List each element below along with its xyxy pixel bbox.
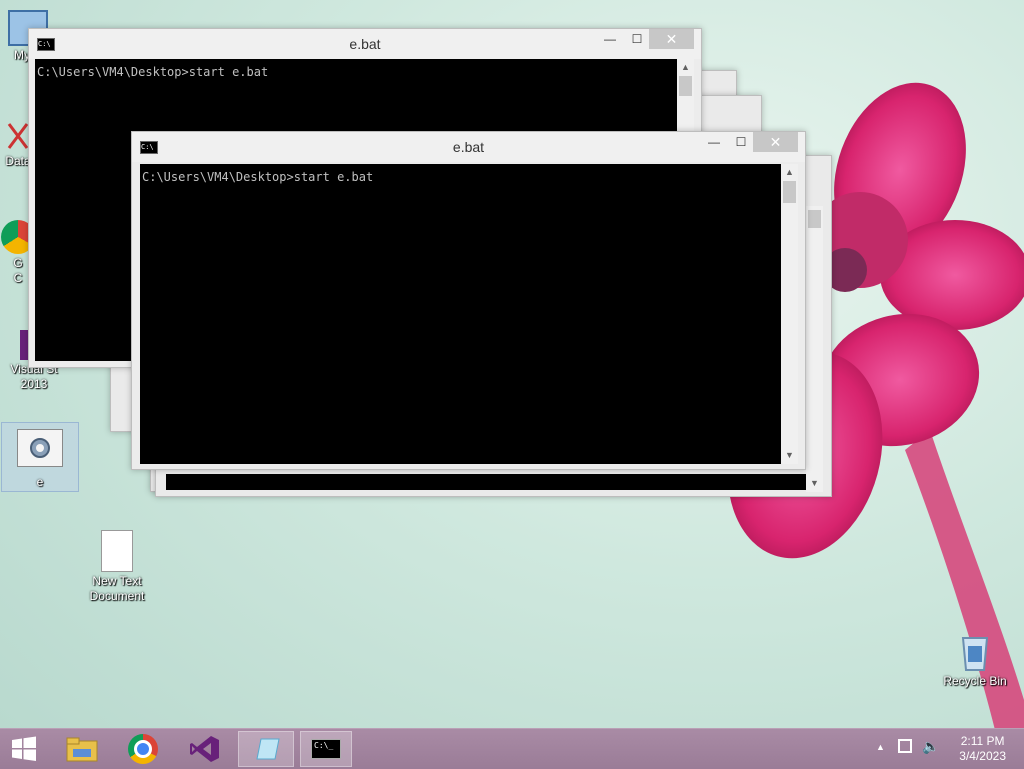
desktop-icon-label: New Text Document: [89, 574, 145, 603]
visual-studio-icon: [190, 736, 219, 762]
desktop-icon-e-bat[interactable]: e: [1, 422, 79, 492]
taskbar-chrome[interactable]: [115, 731, 171, 767]
folder-icon: [66, 737, 98, 762]
minimize-button[interactable]: —: [596, 29, 624, 49]
start-button[interactable]: [0, 731, 48, 767]
scroll-up-arrow-icon[interactable]: ▲: [781, 164, 798, 181]
scrollbar-thumb[interactable]: [679, 76, 692, 96]
scroll-down-arrow-icon[interactable]: ▼: [781, 447, 798, 464]
clock-time: 2:11 PM: [960, 734, 1005, 748]
scroll-up-arrow-icon[interactable]: ▲: [677, 59, 694, 76]
cmd-window-front[interactable]: C:\ e.bat — ☐ ✕ C:\Users\VM4\Desktop>sta…: [131, 131, 806, 470]
system-tray: ▲ 🔈: [870, 729, 940, 769]
taskbar-command-prompt[interactable]: C:\_: [300, 731, 352, 767]
taskbar-file-explorer[interactable]: [54, 731, 110, 767]
network-icon[interactable]: [898, 739, 912, 753]
desktop-icon-new-text-document[interactable]: New Text Document: [79, 530, 155, 604]
show-hidden-icons-chevron-icon[interactable]: ▲: [876, 742, 885, 752]
recycle-bin-icon: [959, 632, 991, 672]
scrollbar-thumb[interactable]: [783, 181, 796, 203]
desktop-icon-label: Recycle Bin: [943, 674, 1007, 688]
batch-file-gear-icon: [17, 429, 63, 467]
clock-date: 3/4/2023: [959, 749, 1006, 763]
notepad-icon: [256, 738, 280, 760]
desktop-icon-label: Data: [5, 154, 31, 168]
background-scrollbar[interactable]: ▼: [806, 206, 823, 492]
taskbar-notepad[interactable]: [238, 731, 294, 767]
volume-icon[interactable]: 🔈: [922, 738, 939, 755]
taskbar: C:\_ ▲ 🔈 2:11 PM 3/4/2023: [0, 728, 1024, 769]
scrollbar-thumb[interactable]: [808, 210, 821, 228]
maximize-button[interactable]: ☐: [623, 29, 651, 49]
desktop-icon-recycle-bin[interactable]: Recycle Bin: [937, 632, 1013, 689]
console-output[interactable]: C:\Users\VM4\Desktop>start e.bat: [140, 164, 781, 464]
vertical-scrollbar[interactable]: ▲ ▼: [781, 164, 798, 464]
maximize-button[interactable]: ☐: [727, 132, 755, 152]
windows-logo-icon: [12, 736, 36, 761]
title-bar[interactable]: C:\ e.bat — ☐ ✕: [132, 132, 805, 162]
background-console-strip: [166, 474, 806, 490]
minimize-button[interactable]: —: [700, 132, 728, 152]
close-button[interactable]: ✕: [753, 132, 798, 152]
chrome-icon: [128, 734, 158, 764]
cmd-icon: C:\_: [311, 739, 341, 759]
desktop-icon-label: e: [36, 475, 44, 489]
text-document-icon: [101, 530, 133, 572]
title-bar[interactable]: C:\ e.bat — ☐ ✕: [29, 29, 701, 59]
taskbar-clock[interactable]: 2:11 PM 3/4/2023: [959, 734, 1006, 764]
taskbar-visual-studio[interactable]: [177, 731, 233, 767]
desktop-icon-label: G C: [13, 256, 23, 285]
close-button[interactable]: ✕: [649, 29, 694, 49]
scroll-down-arrow-icon[interactable]: ▼: [806, 475, 823, 492]
